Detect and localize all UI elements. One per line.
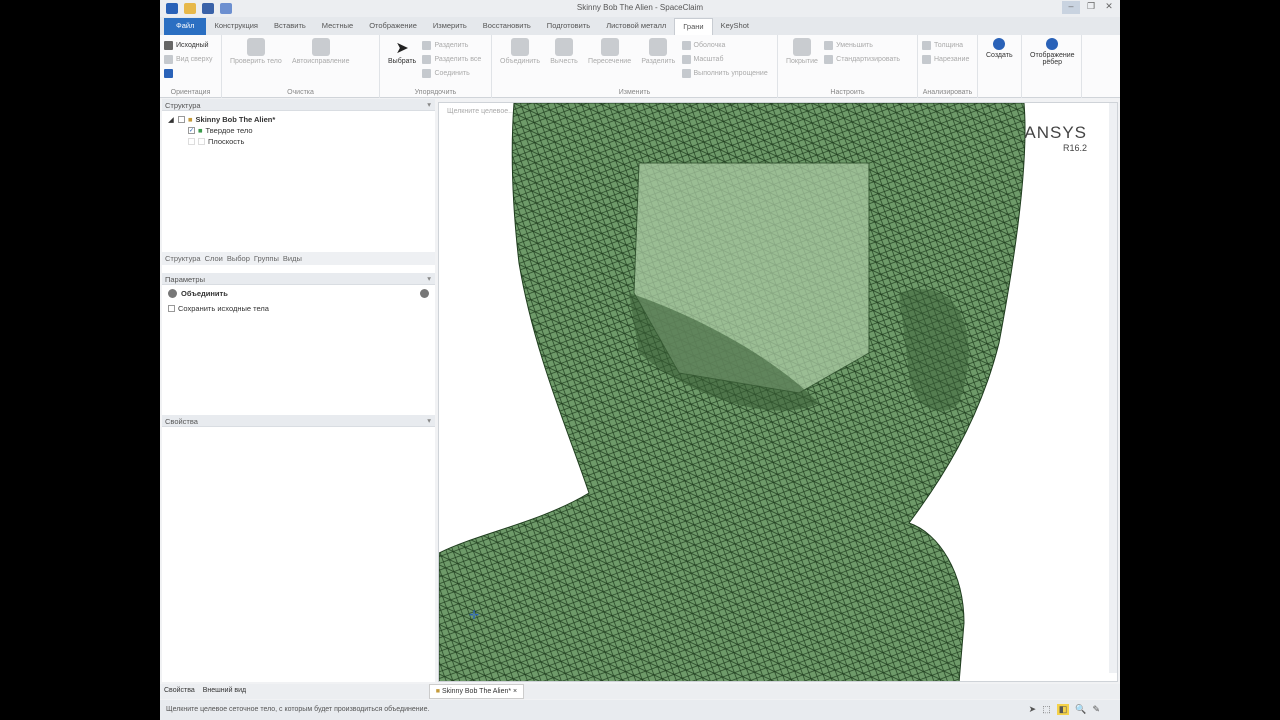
tab-groups[interactable]: Группы: [254, 254, 279, 263]
tab-appearance[interactable]: Внешний вид: [199, 684, 429, 699]
select-tool-icon[interactable]: ➤: [1029, 704, 1037, 715]
help-icon[interactable]: [420, 289, 429, 298]
options-header: Параметры ▾: [162, 273, 435, 285]
subtract-button[interactable]: Вычесть: [550, 38, 578, 65]
ribbon: Исходный Вид сверху Ориентация Проверить…: [160, 35, 1120, 98]
left-panel: Структура ▾ ◢ ■ Skinny Bob The Alien* ✓ ■ Тве…: [162, 99, 435, 682]
group-analyze: Толщина Нарезание Анализировать: [918, 35, 978, 98]
ansys-logo: ANSYS R16.2: [1024, 123, 1087, 153]
autofix-button[interactable]: Автоисправление: [292, 38, 349, 65]
group-modify: Объединить Вычесть Пересечение Разделить…: [492, 35, 778, 98]
tree-item-solid[interactable]: ✓ ■ Твердое тело: [168, 125, 429, 136]
group-adjust: Покрытие Уменьшить Стандартизировать Нас…: [778, 35, 918, 98]
standardize-button[interactable]: Стандартизировать: [824, 52, 900, 66]
tab-measure[interactable]: Измерить: [425, 18, 475, 35]
tab-selection[interactable]: Выбор: [227, 254, 250, 263]
tab-file[interactable]: Файл: [164, 18, 207, 35]
structure-header: Структура ▾: [162, 99, 435, 111]
tab-insert[interactable]: Вставить: [266, 18, 314, 35]
merge-button[interactable]: Объединить: [500, 38, 540, 65]
top-view-button[interactable]: Вид сверху: [164, 52, 217, 66]
properties-header: Свойства ▾: [162, 415, 435, 427]
group-orientation: Исходный Вид сверху Ориентация: [160, 35, 222, 98]
bottom-tabs: Свойства Внешний вид ■ Skinny Bob The Al…: [160, 684, 1120, 699]
status-bar: Щелкните целевое сеточное тело, с которы…: [160, 700, 1120, 720]
vertical-scrollbar[interactable]: [1109, 103, 1117, 673]
select-button[interactable]: ➤ Выбрать: [388, 38, 416, 65]
intersect-button[interactable]: Пересечение: [588, 38, 631, 65]
reduce-button[interactable]: Уменьшить: [824, 38, 900, 52]
create-button[interactable]: Создать: [986, 38, 1013, 59]
group-arrange: ➤ Выбрать Разделить Разделить все Соедини…: [380, 35, 492, 98]
cover-button[interactable]: Покрытие: [786, 38, 818, 65]
tab-repair[interactable]: Восстановить: [475, 18, 539, 35]
highlight-tool-icon[interactable]: ◧: [1056, 704, 1070, 715]
group-cleanup: Проверить тело Автоисправление Очистка: [222, 35, 380, 98]
tab-detail[interactable]: Местные: [314, 18, 361, 35]
tab-prepare[interactable]: Подготовить: [539, 18, 598, 35]
cut-button[interactable]: Нарезание: [922, 52, 973, 66]
check-body-button[interactable]: Проверить тело: [230, 38, 282, 65]
options-panel: Объединить Сохранить исходные тела: [162, 285, 435, 405]
create-icon: [993, 38, 1006, 50]
split-body-button[interactable]: Разделить: [641, 38, 675, 65]
split-button[interactable]: Разделить: [422, 38, 481, 52]
tab-facets[interactable]: Грани: [674, 18, 713, 35]
pin-icon[interactable]: ▾: [427, 100, 431, 109]
3d-viewport[interactable]: Щелкните целевое... ANSYS R16.2 ✛: [438, 102, 1118, 682]
shell-button[interactable]: Оболочка: [681, 38, 768, 52]
zoom-icon[interactable]: 🔍: [1075, 704, 1086, 715]
simplify-button[interactable]: Выполнить упрощение: [681, 66, 768, 80]
tab-keyshot[interactable]: KeyShot: [713, 18, 757, 35]
group-edge-display: Отображение рёбер: [1022, 35, 1082, 98]
spaceclaim-window: Skinny Bob The Alien - SpaceClaim – ❐ ✕ …: [160, 0, 1120, 720]
box-select-icon[interactable]: ⬚: [1042, 704, 1051, 715]
tab-structure[interactable]: Структура: [165, 254, 201, 263]
tab-properties[interactable]: Свойства: [160, 684, 199, 699]
maximize-button[interactable]: ❐: [1082, 1, 1100, 14]
edge-display-icon: [1046, 38, 1059, 50]
thickness-button[interactable]: Толщина: [922, 38, 973, 52]
edge-display-button[interactable]: Отображение рёбер: [1030, 38, 1075, 66]
split-all-button[interactable]: Разделить все: [422, 52, 481, 66]
tab-sheet-metal[interactable]: Листовой металл: [598, 18, 674, 35]
document-tab[interactable]: ■ Skinny Bob The Alien* ×: [428, 684, 525, 699]
pen-icon[interactable]: ✎: [1092, 704, 1100, 715]
join-button[interactable]: Соединить: [422, 66, 481, 80]
options-tool: Объединить: [168, 288, 429, 299]
panel-tabs: Структура Слои Выбор Группы Виды: [162, 252, 435, 265]
status-toolbar: ➤ ⬚ ◧ 🔍 ✎: [1029, 704, 1100, 715]
title-bar: Skinny Bob The Alien - SpaceClaim – ❐ ✕: [160, 0, 1120, 17]
tree-item-plane[interactable]: Плоскость: [168, 136, 429, 147]
ribbon-tabs: Файл Конструкция Вставить Местные Отобра…: [160, 17, 1120, 35]
minimize-button[interactable]: –: [1062, 1, 1080, 14]
home-button[interactable]: Исходный: [164, 38, 217, 52]
tab-views[interactable]: Виды: [283, 254, 302, 263]
scale-button[interactable]: Масштаб: [681, 52, 768, 66]
tab-design[interactable]: Конструкция: [206, 18, 266, 35]
keep-original-checkbox[interactable]: Сохранить исходные тела: [168, 303, 429, 314]
view-cube-button[interactable]: [164, 66, 217, 80]
tab-display[interactable]: Отображение: [361, 18, 425, 35]
group-create: Создать: [978, 35, 1022, 98]
axis-triad-icon: ✛: [469, 608, 480, 622]
alien-mesh-model[interactable]: [439, 103, 1118, 682]
window-title: Skinny Bob The Alien - SpaceClaim: [576, 3, 704, 12]
structure-tree: ◢ ■ Skinny Bob The Alien* ✓ ■ Твердое тело П…: [162, 111, 435, 252]
tree-root[interactable]: ◢ ■ Skinny Bob The Alien*: [168, 114, 429, 125]
status-text: Щелкните целевое сеточное тело, с которы…: [166, 706, 430, 713]
tab-layers[interactable]: Слои: [205, 254, 223, 263]
close-button[interactable]: ✕: [1100, 1, 1118, 14]
